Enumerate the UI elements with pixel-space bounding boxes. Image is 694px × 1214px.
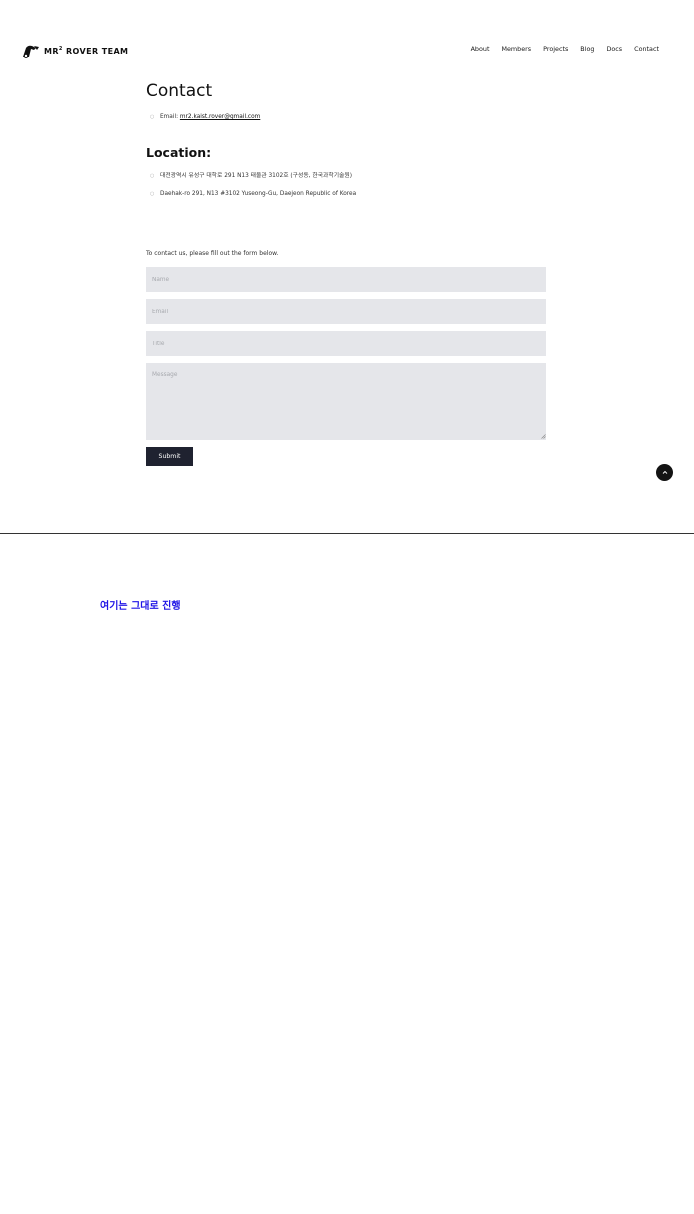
email-item: ○ Email: mr2.kaist.rover@gmail.com xyxy=(146,113,546,121)
location-item-english: ○ Daehak-ro 291, N13 #3102 Yuseong-Gu, D… xyxy=(146,190,356,198)
email-link[interactable]: mr2.kaist.rover@gmail.com xyxy=(180,114,260,120)
nav-contact[interactable]: Contact xyxy=(634,45,659,53)
nav-members[interactable]: Members xyxy=(501,45,531,53)
location-title: Location: xyxy=(146,145,212,160)
site-header: MR2 ROVER TEAM About Members Projects Bl… xyxy=(0,0,694,70)
resize-grip-icon[interactable] xyxy=(541,434,546,439)
contact-section: Contact ○ Email: mr2.kaist.rover@gmail.c… xyxy=(146,78,546,257)
site-logo[interactable]: MR2 ROVER TEAM xyxy=(22,44,128,58)
name-field[interactable] xyxy=(146,267,546,292)
submit-button[interactable]: Submit xyxy=(146,447,193,466)
bullet-icon: ○ xyxy=(150,173,155,179)
scroll-to-top-button[interactable] xyxy=(656,464,673,481)
bullet-icon: ○ xyxy=(150,114,155,120)
logo-wordmark: MR2 ROVER TEAM xyxy=(44,46,129,56)
title-field[interactable] xyxy=(146,331,546,356)
nav-projects[interactable]: Projects xyxy=(543,45,568,53)
location-item-korean: ○ 대전광역시 유성구 대학로 291 N13 태울관 3102호 (구성동, … xyxy=(146,172,356,180)
nav-docs[interactable]: Docs xyxy=(606,45,622,53)
email-label: Email: xyxy=(160,114,180,120)
message-field[interactable] xyxy=(146,363,546,440)
bullet-icon: ○ xyxy=(150,191,155,197)
section-divider xyxy=(0,533,694,534)
email-field[interactable] xyxy=(146,299,546,324)
page-title: Contact xyxy=(146,81,213,101)
form-intro: To contact us, please fill out the form … xyxy=(146,250,279,257)
email-list: ○ Email: mr2.kaist.rover@gmail.com xyxy=(146,113,546,121)
location-line: Daehak-ro 291, N13 #3102 Yuseong-Gu, Dae… xyxy=(160,191,357,197)
nav-blog[interactable]: Blog xyxy=(580,45,594,53)
rover-logo-icon xyxy=(23,45,39,58)
location-list: ○ 대전광역시 유성구 대학로 291 N13 태울관 3102호 (구성동, … xyxy=(146,172,356,208)
chevron-up-icon xyxy=(662,470,667,474)
location-line: 대전광역시 유성구 대학로 291 N13 태울관 3102호 (구성동, 한국… xyxy=(160,173,352,179)
annotation-note: 여기는 그대로 진행 xyxy=(100,601,181,612)
main-nav: About Members Projects Blog Docs Contact xyxy=(471,45,659,53)
nav-about[interactable]: About xyxy=(471,45,490,53)
